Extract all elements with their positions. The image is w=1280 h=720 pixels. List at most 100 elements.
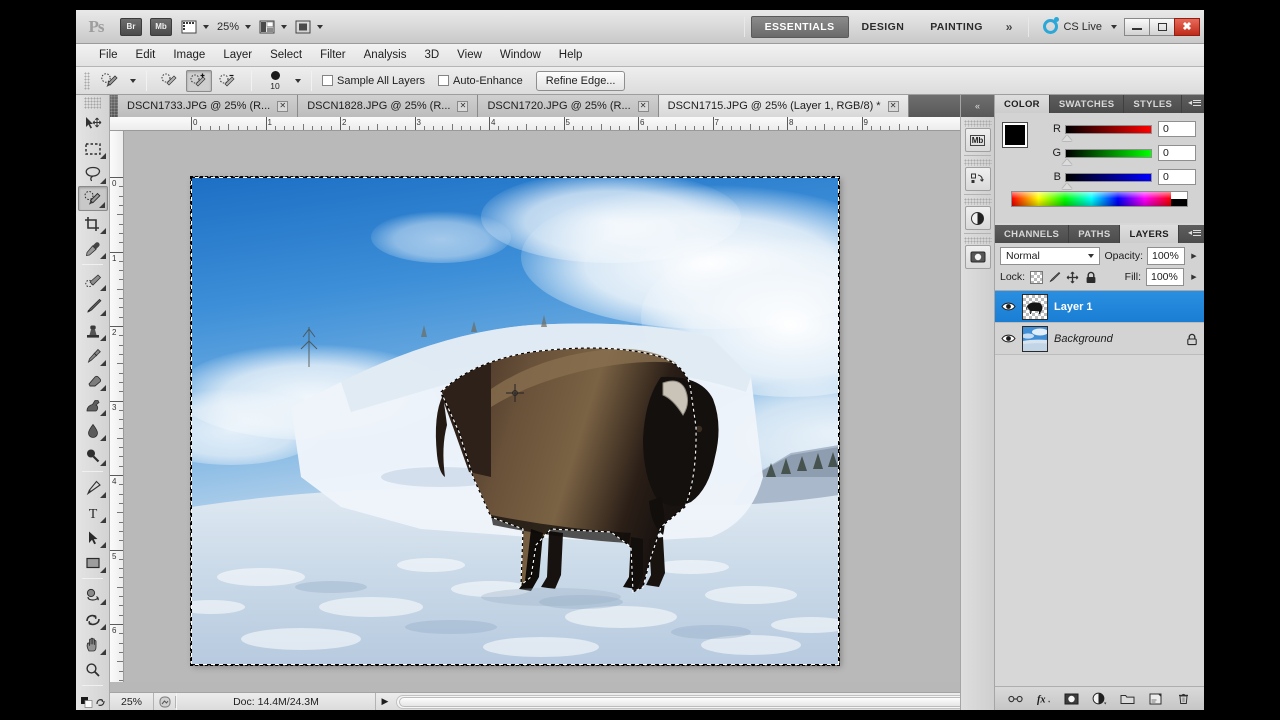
tool-preset-picker[interactable] [97, 70, 123, 92]
add-to-selection-button[interactable] [186, 69, 212, 92]
blue-slider[interactable] [1062, 172, 1152, 189]
foreground-color-swatch[interactable] [1002, 122, 1028, 148]
layers-panel-menu-button[interactable]: ◂ [1188, 228, 1201, 237]
color-spectrum-ramp[interactable] [1011, 191, 1188, 207]
panel-grip[interactable] [963, 198, 992, 205]
refine-edge-button[interactable]: Refine Edge... [535, 70, 626, 91]
new-group-button[interactable] [1120, 691, 1135, 706]
auto-enhance-checkbox[interactable] [438, 74, 450, 86]
slider-knob-icon[interactable] [1062, 134, 1072, 141]
auto-enhance-option[interactable]: Auto-Enhance [438, 74, 523, 87]
tab-bar-grip[interactable] [110, 95, 118, 117]
menu-3d[interactable]: 3D [415, 44, 448, 67]
masks-icon[interactable] [964, 206, 991, 230]
pen-tool-button[interactable] [78, 475, 108, 500]
fill-stepper[interactable]: ▶ [1189, 273, 1199, 281]
menu-edit[interactable]: Edit [127, 44, 165, 67]
status-preview-icon[interactable] [154, 695, 176, 708]
arrange-documents-button[interactable] [254, 10, 290, 44]
color-mode-controls[interactable] [78, 689, 108, 710]
workspace-design[interactable]: DESIGN [849, 16, 918, 38]
layer-visibility-toggle[interactable] [1001, 331, 1016, 346]
layer-row-background[interactable]: Background [995, 323, 1204, 355]
vertical-ruler[interactable]: 0 1 2 3 4 5 6 [110, 131, 124, 682]
cs-live-button[interactable]: CS Live [1035, 17, 1125, 34]
chevron-down-icon[interactable] [295, 78, 301, 83]
rectangle-tool-button[interactable] [78, 550, 108, 575]
eyedropper-tool-button[interactable] [78, 236, 108, 261]
menu-layer[interactable]: Layer [214, 44, 261, 67]
new-selection-button[interactable] [157, 70, 183, 92]
document-tab-dscn1828[interactable]: DSCN1828.JPG @ 25% (R... ✕ [298, 95, 479, 117]
spectrum-gradient[interactable] [1012, 192, 1171, 206]
lasso-tool-button[interactable] [78, 161, 108, 186]
menu-image[interactable]: Image [164, 44, 214, 67]
dodge-tool-button[interactable] [78, 443, 108, 468]
tools-panel-grip[interactable] [84, 97, 101, 109]
gradient-tool-button[interactable] [78, 393, 108, 418]
menu-analysis[interactable]: Analysis [355, 44, 416, 67]
chevron-down-icon[interactable] [130, 78, 136, 83]
status-zoom-value[interactable]: 25% [110, 692, 154, 710]
lock-all-button[interactable] [1084, 271, 1097, 284]
document-tab-dscn1720[interactable]: DSCN1720.JPG @ 25% (R... ✕ [478, 95, 659, 117]
subtract-from-selection-button[interactable] [215, 70, 241, 92]
panel-grip[interactable] [963, 159, 992, 166]
green-slider[interactable] [1062, 148, 1152, 165]
hand-tool-button[interactable] [78, 632, 108, 657]
layer-thumbnail[interactable] [1022, 293, 1048, 320]
blue-value-field[interactable]: 0 [1158, 169, 1196, 185]
brush-tool-button[interactable] [78, 293, 108, 318]
launch-bridge-button[interactable]: Br [120, 17, 142, 36]
document-tab-dscn1715[interactable]: DSCN1715.JPG @ 25% (Layer 1, RGB/8) * ✕ [658, 95, 909, 117]
new-layer-button[interactable] [1148, 691, 1163, 706]
delete-layer-button[interactable] [1176, 691, 1191, 706]
quick-selection-tool-button[interactable] [78, 186, 108, 211]
minimize-button[interactable] [1124, 17, 1150, 36]
white-black-swatches[interactable] [1171, 192, 1187, 206]
opacity-field[interactable]: 100% [1147, 247, 1185, 265]
lock-position-button[interactable] [1066, 271, 1079, 284]
red-slider[interactable] [1062, 124, 1152, 141]
fill-field[interactable]: 100% [1146, 268, 1184, 286]
menu-file[interactable]: File [90, 44, 127, 67]
zoom-tool-button[interactable] [78, 657, 108, 682]
layer-row-layer1[interactable]: Layer 1 [995, 291, 1204, 323]
artboard[interactable] [190, 176, 840, 666]
crop-tool-button[interactable] [78, 211, 108, 236]
document-tab-dscn1733[interactable]: DSCN1733.JPG @ 25% (R... ✕ [118, 95, 299, 117]
restore-button[interactable] [1149, 17, 1175, 36]
green-value-field[interactable]: 0 [1158, 145, 1196, 161]
tab-swatches[interactable]: SWATCHES [1050, 95, 1125, 113]
layer-visibility-toggle[interactable] [1001, 299, 1016, 314]
workspace-essentials[interactable]: ESSENTIALS [750, 15, 849, 38]
adjustments-icon[interactable] [964, 167, 991, 191]
menu-filter[interactable]: Filter [311, 44, 355, 67]
layer-mask-button[interactable] [1064, 691, 1079, 706]
path-selection-tool-button[interactable] [78, 525, 108, 550]
layer-style-button[interactable]: fx [1036, 691, 1051, 706]
panel-grip[interactable] [963, 237, 992, 244]
history-brush-tool-button[interactable] [78, 343, 108, 368]
panel-grip[interactable] [963, 120, 992, 127]
blur-tool-button[interactable] [78, 418, 108, 443]
close-icon[interactable]: ✕ [277, 100, 289, 112]
3d-orbit-tool-button[interactable] [78, 607, 108, 632]
sample-all-layers-option[interactable]: Sample All Layers [322, 74, 425, 87]
red-value-field[interactable]: 0 [1158, 121, 1196, 137]
clone-stamp-tool-button[interactable] [78, 318, 108, 343]
move-tool-button[interactable] [78, 111, 108, 136]
masks-dock-item[interactable] [963, 198, 992, 230]
slider-knob-icon[interactable] [1062, 182, 1072, 189]
tab-layers[interactable]: LAYERS [1120, 225, 1179, 243]
zoom-level-control[interactable]: 25% [212, 10, 254, 44]
menu-select[interactable]: Select [261, 44, 311, 67]
history-icon[interactable] [964, 245, 991, 269]
close-icon[interactable]: ✕ [887, 100, 899, 112]
tab-channels[interactable]: CHANNELS [995, 225, 1070, 243]
mini-bridge-button[interactable]: Mb [150, 17, 172, 36]
status-menu-arrow-icon[interactable]: ▶ [376, 696, 394, 707]
color-panel-swatches[interactable] [1002, 122, 1043, 161]
sample-all-layers-checkbox[interactable] [322, 74, 333, 86]
close-icon[interactable]: ✕ [637, 100, 649, 112]
